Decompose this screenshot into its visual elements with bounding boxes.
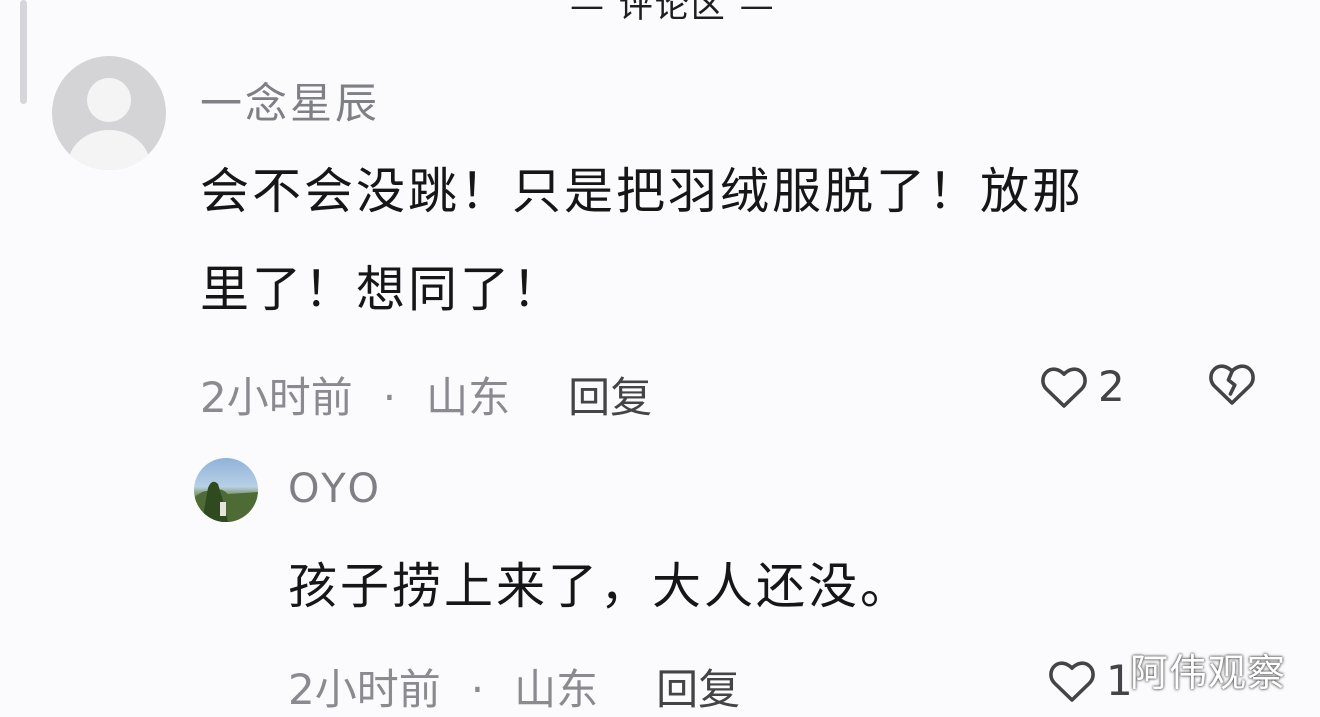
reply-button[interactable]: 回复 [656, 665, 740, 714]
comment-line: 孩子捞上来了，大人还没。 [288, 558, 913, 615]
comment-meta: 2小时前 · 山东 回复 [288, 656, 740, 717]
dislike-button[interactable] [1208, 361, 1256, 411]
heart-outline-icon [1049, 660, 1095, 702]
heart-outline-icon [1041, 366, 1087, 408]
landscape-photo [194, 481, 258, 522]
comment-text: 孩子捞上来了，大人还没。 [288, 538, 1188, 636]
comment-text: 会不会没跳！只是把羽绒服脱了！放那 里了！想同了！ [200, 143, 1240, 339]
avatar-head-shape [87, 78, 131, 122]
watermark: 阿伟观察 [1130, 651, 1287, 695]
reply-button[interactable]: 回复 [568, 373, 652, 422]
comment-meta: 2小时前 · 山东 回复 [200, 364, 652, 425]
avatar[interactable] [194, 458, 258, 522]
like-count: 1 [1106, 656, 1133, 705]
scroll-indicator[interactable] [20, 0, 27, 104]
comment-time: 2小时前 [288, 665, 441, 714]
avatar[interactable] [52, 56, 166, 170]
comment-time: 2小时前 [200, 373, 353, 422]
like-button[interactable]: 2 [1040, 362, 1125, 411]
comment-username[interactable]: 一念星辰 [200, 70, 380, 131]
comment-location: 山东 [426, 373, 511, 422]
comment-line: 里了！想同了！ [200, 261, 565, 318]
like-button[interactable]: 1 [1048, 656, 1133, 705]
like-count: 2 [1098, 362, 1125, 411]
top-cut-text: — 评论区 — [570, 0, 776, 26]
broken-heart-icon [1209, 364, 1255, 405]
separator-dot: · [382, 373, 397, 422]
separator-dot: · [470, 665, 485, 714]
avatar-body-shape [68, 130, 150, 170]
comment-location: 山东 [514, 665, 599, 714]
comment-username[interactable]: OYO [288, 466, 383, 512]
comment-line: 会不会没跳！只是把羽绒服脱了！放那 [200, 163, 1085, 220]
